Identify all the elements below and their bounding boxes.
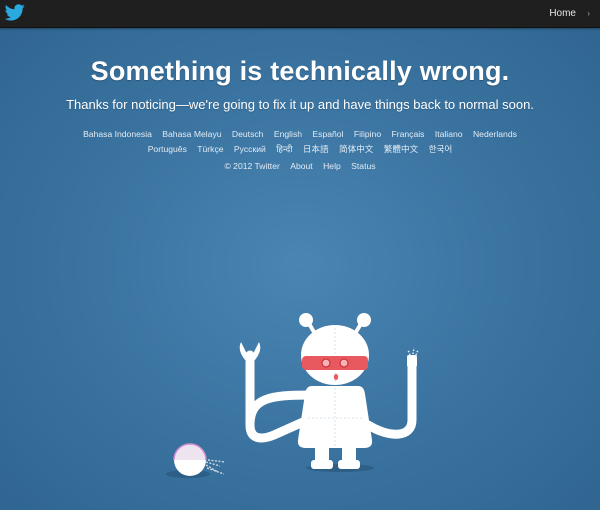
top-bar: Home ›	[0, 0, 600, 28]
left-arm	[245, 350, 315, 426]
language-link[interactable]: 繁體中文	[384, 144, 418, 154]
broken-hand	[407, 355, 417, 367]
right-antenna-tip	[357, 313, 371, 327]
language-link[interactable]: Bahasa Melayu	[162, 129, 221, 139]
copyright-text: © 2012 Twitter	[224, 161, 280, 171]
language-link[interactable]: 简体中文	[339, 144, 373, 154]
language-link[interactable]: Русский	[234, 144, 266, 154]
language-link[interactable]: Türkçe	[197, 144, 223, 154]
language-link[interactable]: 日本語	[303, 144, 329, 154]
language-link[interactable]: Italiano	[435, 129, 463, 139]
right-arm	[363, 360, 417, 439]
language-link[interactable]: English	[274, 129, 302, 139]
chevron-right-icon: ›	[587, 9, 590, 18]
page-subtitle: Thanks for noticing—we're going to fix i…	[66, 97, 534, 112]
language-link[interactable]: Filipino	[354, 129, 381, 139]
right-eye	[339, 358, 349, 368]
about-link[interactable]: About	[290, 161, 312, 171]
help-link[interactable]: Help	[323, 161, 341, 171]
language-link[interactable]: Nederlands	[473, 129, 517, 139]
language-link[interactable]: Deutsch	[232, 129, 264, 139]
footer: © 2012 Twitter About Help Status	[0, 161, 600, 171]
broken-head-rim	[173, 443, 207, 461]
language-list-row-1: Bahasa Indonesia Bahasa Melayu Deutsch E…	[60, 129, 540, 139]
language-link[interactable]: Español	[312, 129, 343, 139]
right-foot	[338, 460, 360, 469]
language-link[interactable]: 한국어	[429, 144, 453, 154]
twitter-bird-icon[interactable]	[5, 4, 25, 21]
language-link[interactable]: हिन्दी	[276, 144, 292, 154]
robot-visor	[302, 356, 368, 370]
home-link[interactable]: Home	[549, 8, 576, 19]
broken-robot-illustration	[166, 313, 419, 478]
left-eye	[321, 358, 331, 368]
broken-head-wires	[205, 459, 226, 475]
wire-sparks-icon	[407, 347, 419, 356]
language-list-row-2: Português Türkçe Русский हिन्दी 日本語 简体中文…	[60, 143, 540, 155]
language-link[interactable]: Português	[148, 144, 187, 154]
page-title: Something is technically wrong.	[90, 56, 510, 86]
left-foot	[311, 460, 333, 469]
language-link[interactable]: Français	[392, 129, 425, 139]
robot-mouth	[333, 374, 339, 380]
language-link[interactable]: Bahasa Indonesia	[83, 129, 152, 139]
left-antenna-tip	[299, 313, 313, 327]
status-link[interactable]: Status	[351, 161, 375, 171]
